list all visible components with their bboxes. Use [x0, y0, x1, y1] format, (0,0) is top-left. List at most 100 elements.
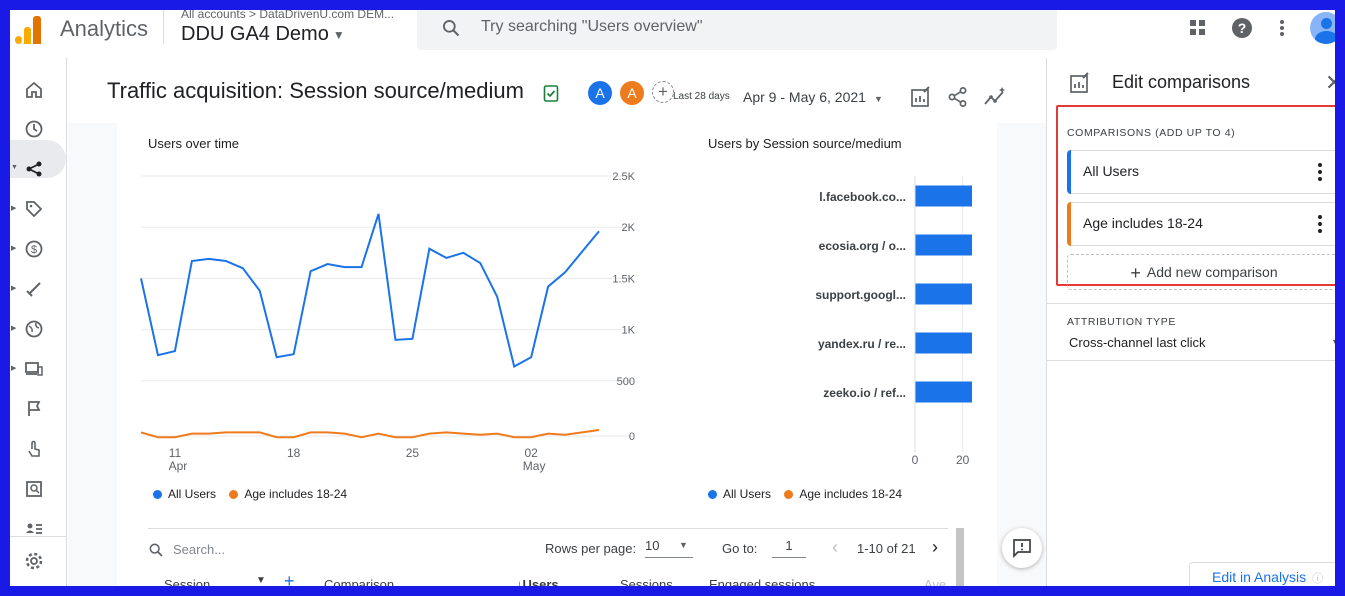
rows-per-page-label: Rows per page:: [545, 541, 637, 556]
caret-down-icon[interactable]: ▼: [256, 575, 266, 586]
x-tick-label: 02: [524, 446, 538, 460]
acquisition-icon[interactable]: [24, 159, 44, 179]
retention-magnet-icon[interactable]: [24, 279, 44, 299]
property-selector[interactable]: DDU GA4 Demo ▼: [181, 23, 345, 46]
panel-divider: [1047, 303, 1335, 304]
apps-grid-icon[interactable]: [1188, 18, 1208, 38]
conversions-touch-icon[interactable]: [24, 439, 44, 459]
more-vert-icon[interactable]: [1316, 161, 1324, 183]
col-comparison[interactable]: Comparison: [324, 577, 394, 586]
date-range-text: Apr 9 - May 6, 2021: [743, 89, 866, 105]
comparison-item-all-users[interactable]: All Users: [1067, 150, 1335, 194]
x-tick-month-label: May: [523, 459, 546, 473]
bar[interactable]: [915, 381, 972, 403]
legend-all-users[interactable]: All Users: [708, 487, 771, 501]
bar[interactable]: [915, 332, 972, 354]
left-nav: ▼ ▶ ▶ $ ▶ ▶ ▶: [10, 58, 67, 586]
comparison-item-age-18-24[interactable]: Age includes 18-24: [1067, 202, 1335, 246]
go-to-label: Go to:: [722, 541, 758, 556]
expand-arrow-icon[interactable]: ▶: [11, 324, 16, 332]
edit-in-analysis-button[interactable]: Edit in Analysis ⓘ: [1189, 562, 1335, 586]
caret-down-icon: ▼: [679, 540, 688, 550]
legend-age-18-24[interactable]: Age includes 18-24: [784, 487, 902, 501]
add-comparison-button[interactable]: +: [652, 81, 674, 103]
analytics-logo-icon[interactable]: [15, 14, 43, 44]
monetization-icon[interactable]: $: [24, 239, 44, 259]
line-chart-title: Users over time: [148, 136, 240, 151]
bar[interactable]: [915, 185, 972, 207]
engagement-tag-icon[interactable]: [24, 199, 44, 219]
help-icon[interactable]: ⓘ: [1312, 573, 1323, 585]
more-vert-icon[interactable]: [1316, 213, 1324, 235]
comparison-label: Age includes 18-24: [1083, 215, 1203, 231]
share-icon[interactable]: [947, 86, 969, 108]
demographics-globe-icon[interactable]: [24, 319, 44, 339]
go-to-input[interactable]: 1: [772, 538, 806, 558]
expand-arrow-icon[interactable]: ▶: [11, 364, 16, 372]
insights-icon[interactable]: [983, 86, 1007, 108]
x-tick-label: 0: [912, 453, 919, 467]
expand-arrow-icon[interactable]: ▶: [11, 204, 16, 212]
comparisons-header: COMPARISONS (ADD UP TO 4): [1067, 127, 1236, 139]
table-search-input[interactable]: Search...: [173, 542, 225, 557]
table-scrollbar[interactable]: [956, 528, 964, 586]
comparison-badge-all-users[interactable]: A: [588, 81, 612, 105]
add-dimension-icon[interactable]: +: [284, 571, 295, 586]
rows-per-page-select[interactable]: 10 ▼: [645, 538, 693, 558]
feedback-icon: [1013, 539, 1031, 558]
more-vert-icon[interactable]: [1274, 18, 1290, 38]
x-tick-month-label: Apr: [169, 459, 188, 473]
expand-arrow-icon[interactable]: ▶: [11, 244, 16, 252]
col-engaged-sessions[interactable]: Engaged sessions: [709, 577, 815, 586]
search-icon: [443, 20, 460, 37]
home-icon[interactable]: [24, 80, 44, 100]
col-avg[interactable]: Ave: [924, 577, 946, 586]
date-range-picker[interactable]: Apr 9 - May 6, 2021 ▼: [743, 89, 883, 105]
bar[interactable]: [915, 234, 972, 256]
series-line-all-users[interactable]: [140, 213, 600, 368]
comparison-color-bar: [1067, 150, 1071, 194]
prev-page-icon[interactable]: ‹: [832, 537, 838, 558]
help-icon[interactable]: ?: [1230, 16, 1254, 40]
app-frame: Analytics All accounts > DataDrivenU.com…: [10, 10, 1335, 586]
y-tick-label: 2K: [622, 222, 636, 234]
report-verified-icon[interactable]: [543, 84, 559, 102]
category-label: yandex.ru / re...: [818, 337, 906, 351]
add-new-comparison-button[interactable]: + Add new comparison: [1067, 254, 1335, 290]
col-users[interactable]: ↓Users: [516, 577, 559, 586]
expand-arrow-icon[interactable]: ▶: [11, 284, 16, 292]
col-sessions[interactable]: Sessions: [620, 577, 673, 586]
comparison-badge-age[interactable]: A: [620, 81, 644, 105]
property-name: DDU GA4 Demo: [181, 23, 329, 45]
explore-icon[interactable]: [24, 479, 44, 499]
y-tick-label: 1K: [622, 325, 636, 337]
account-breadcrumb[interactable]: All accounts > DataDrivenU.com DEM...: [181, 10, 394, 21]
search-bar[interactable]: Try searching "Users overview": [417, 10, 1057, 50]
attribution-select[interactable]: Cross-channel last click▼: [1069, 335, 1335, 350]
line-chart-legend: All Users Age includes 18-24: [153, 487, 357, 501]
y-tick-label: 1.5K: [612, 273, 635, 285]
events-flag-icon[interactable]: [24, 399, 44, 419]
feedback-button[interactable]: [1002, 528, 1042, 568]
legend-all-users[interactable]: All Users: [153, 487, 216, 501]
report-title-bar: Traffic acquisition: Session source/medi…: [68, 58, 1046, 123]
expand-arrow-icon[interactable]: ▼: [11, 164, 18, 171]
tech-devices-icon[interactable]: [24, 359, 44, 379]
bar-chart-legend: All Users Age includes 18-24: [708, 487, 912, 501]
category-label: l.facebook.co...: [819, 190, 906, 204]
category-label: support.googl...: [815, 288, 906, 302]
bar[interactable]: [915, 283, 972, 305]
users-by-source-chart: 0204060l.facebook.co...ecosia.org / o...…: [815, 176, 972, 467]
customize-report-icon[interactable]: [910, 86, 932, 108]
realtime-clock-icon[interactable]: [24, 119, 44, 139]
account-avatar[interactable]: [1310, 12, 1335, 44]
pagination-text: 1-10 of 21: [857, 541, 916, 556]
x-tick-label: 25: [406, 446, 420, 460]
settings-gear-icon[interactable]: [24, 551, 44, 571]
close-icon[interactable]: ✕: [1325, 70, 1335, 96]
svg-text:$: $: [31, 244, 37, 256]
panel-title: Edit comparisons: [1112, 72, 1251, 92]
legend-age-18-24[interactable]: Age includes 18-24: [229, 487, 347, 501]
col-session[interactable]: Session: [164, 577, 210, 586]
next-page-icon[interactable]: ›: [932, 537, 938, 558]
